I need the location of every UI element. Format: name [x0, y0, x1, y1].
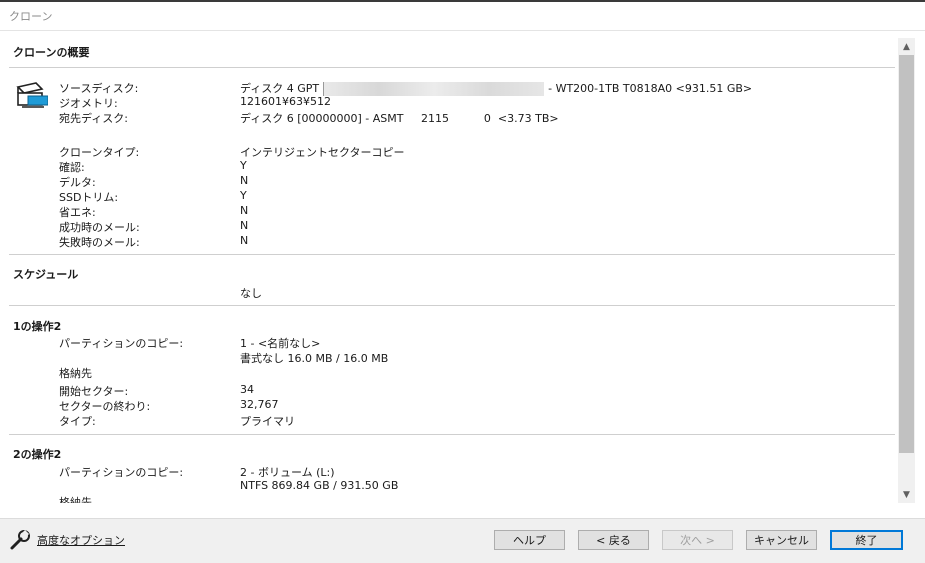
- advanced-options-link[interactable]: 高度なオプション: [9, 529, 125, 551]
- summary-pane[interactable]: クローンの概要 ソースディスク: ディスク 4 GPT - WT200-1TB T…: [0, 38, 897, 503]
- clone-type-value: インテリジェントセクターコピー: [240, 146, 405, 159]
- divider: [9, 434, 895, 435]
- op2-heading: 2の操作2: [13, 448, 62, 461]
- success-mail-label: 成功時のメール:: [59, 221, 140, 234]
- finish-button[interactable]: 終了: [830, 530, 903, 550]
- chevron-down-icon[interactable]: ▼: [898, 486, 915, 503]
- failure-mail-value: N: [240, 234, 249, 247]
- op1-end-value: 32,767: [240, 398, 279, 411]
- dest-disk-label: 宛先ディスク:: [59, 112, 128, 125]
- op2-copy-detail: NTFS 869.84 GB / 931.50 GB: [240, 479, 399, 492]
- disk-clone-icon: [16, 82, 48, 108]
- schedule-heading: スケジュール: [13, 268, 79, 281]
- source-disk-label: ソースディスク:: [59, 82, 139, 95]
- title-bar: クローン: [0, 0, 925, 31]
- chevron-up-icon[interactable]: ▲: [898, 38, 915, 55]
- verify-value: Y: [240, 159, 247, 172]
- power-save-label: 省エネ:: [59, 206, 96, 219]
- op1-end-label: セクターの終わり:: [59, 400, 151, 413]
- verify-label: 確認:: [59, 161, 85, 174]
- geometry-value: 121601¥63¥512: [240, 95, 331, 108]
- success-mail-value: N: [240, 219, 249, 232]
- next-button[interactable]: 次へ >: [662, 530, 733, 550]
- help-button[interactable]: ヘルプ: [494, 530, 565, 550]
- op1-copy-label: パーティションのコピー:: [59, 337, 184, 350]
- op1-copy-detail: 書式なし 16.0 MB / 16.0 MB: [240, 352, 389, 365]
- divider: [9, 67, 895, 68]
- scroll-thumb[interactable]: [899, 55, 914, 453]
- op1-type-value: プライマリ: [240, 415, 295, 428]
- power-save-value: N: [240, 204, 249, 217]
- title-bar-edge: [0, 0, 925, 2]
- op2-copy-label: パーティションのコピー:: [59, 466, 184, 479]
- dest-disk-value: ディスク 6 [00000000] - ASMT 2115 0 <3.73 TB…: [240, 112, 559, 125]
- ssd-trim-value: Y: [240, 189, 247, 202]
- schedule-value: なし: [240, 287, 262, 300]
- geometry-label: ジオメトリ:: [59, 97, 118, 110]
- op1-heading: 1の操作2: [13, 320, 62, 333]
- wrench-icon: [10, 529, 30, 550]
- op2-copy-value: 2 - ボリューム (L:): [240, 466, 335, 479]
- divider: [9, 305, 895, 306]
- op1-copy-value: 1 - <名前なし>: [240, 337, 321, 350]
- divider: [9, 254, 895, 255]
- failure-mail-label: 失敗時のメール:: [59, 236, 140, 249]
- back-button[interactable]: < 戻る: [578, 530, 649, 550]
- button-bar: 高度なオプション ヘルプ < 戻る 次へ > キャンセル 終了: [0, 518, 925, 563]
- op1-type-label: タイプ:: [59, 415, 96, 428]
- window-title: クローン: [9, 10, 53, 23]
- op1-start-value: 34: [240, 383, 254, 396]
- op2-storage-label: 格納先: [59, 496, 92, 503]
- redacted-serial: [323, 82, 545, 96]
- delta-value: N: [240, 174, 249, 187]
- op1-storage-label: 格納先: [59, 367, 92, 380]
- summary-heading: クローンの概要: [13, 46, 90, 59]
- cancel-button[interactable]: キャンセル: [746, 530, 817, 550]
- op1-start-label: 開始セクター:: [59, 385, 129, 398]
- source-disk-prefix: ディスク 4 GPT: [240, 82, 320, 95]
- source-disk-suffix: - WT200-1TB T0818A0 <931.51 GB>: [548, 82, 753, 95]
- clone-type-label: クローンタイプ:: [59, 146, 140, 159]
- source-disk-value: ディスク 4 GPT - WT200-1TB T0818A0 <931.51 GB…: [240, 80, 752, 96]
- advanced-options-label[interactable]: 高度なオプション: [37, 532, 125, 548]
- ssd-trim-label: SSDトリム:: [59, 191, 119, 204]
- vertical-scrollbar[interactable]: ▲ ▼: [898, 38, 915, 503]
- delta-label: デルタ:: [59, 176, 96, 189]
